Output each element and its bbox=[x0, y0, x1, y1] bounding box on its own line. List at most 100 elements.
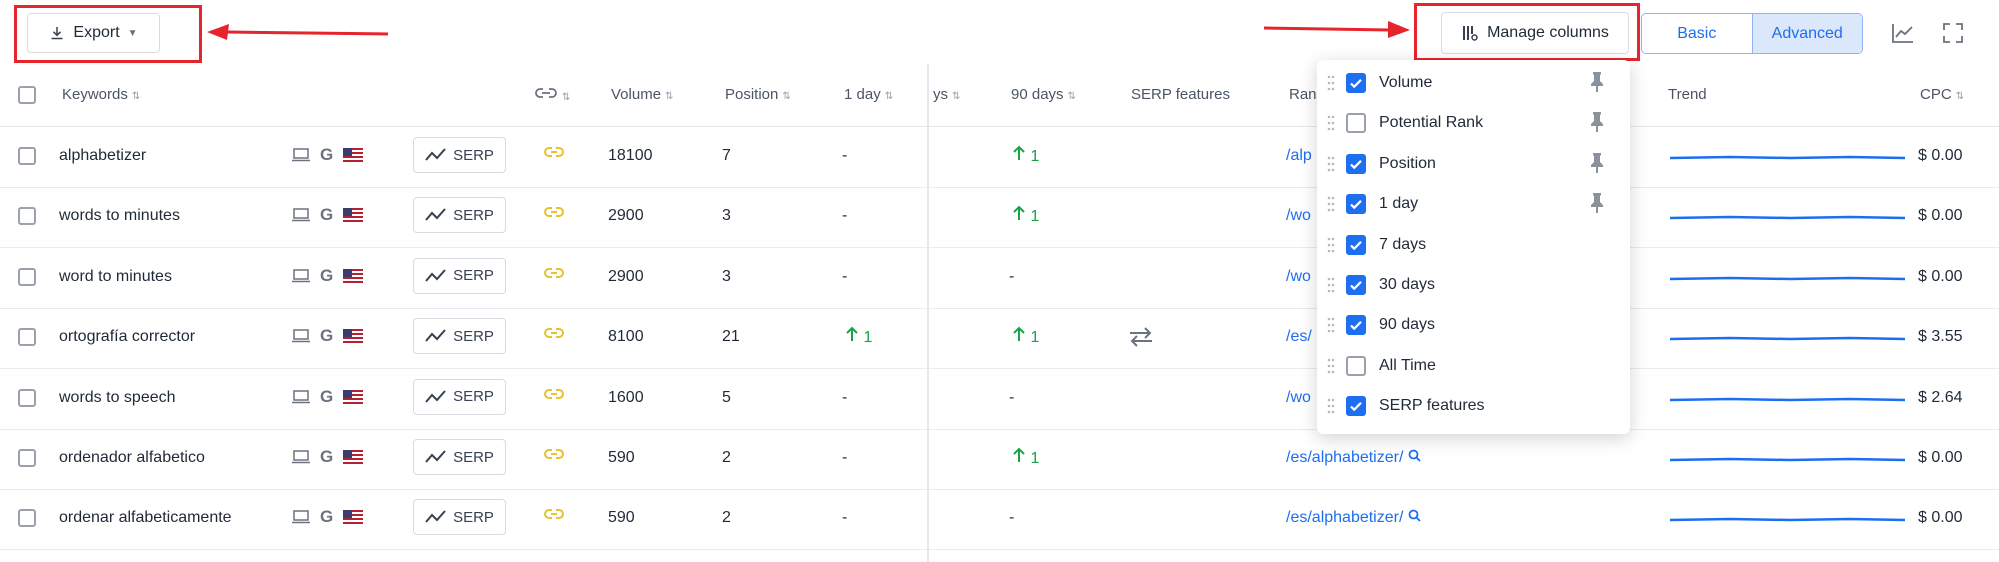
col-link[interactable]: ⇅ bbox=[534, 86, 570, 104]
url-link-icon[interactable] bbox=[544, 507, 564, 525]
menu-item-column[interactable]: 90 days bbox=[1317, 305, 1630, 345]
drag-handle-icon[interactable] bbox=[1327, 237, 1335, 253]
arrow-up-icon bbox=[1013, 447, 1025, 462]
menu-item-column[interactable]: Position bbox=[1317, 144, 1630, 184]
col-1-day[interactable]: 1 day ⇅ bbox=[844, 86, 893, 103]
ranking-url-link[interactable]: /wo bbox=[1286, 207, 1311, 225]
mode-advanced-button[interactable]: Advanced bbox=[1751, 14, 1862, 53]
drag-handle-icon[interactable] bbox=[1327, 398, 1335, 414]
position-value: 7 bbox=[722, 147, 731, 164]
days90-change: 1 bbox=[1012, 447, 1039, 468]
ranking-url-link[interactable]: /alp bbox=[1286, 147, 1312, 165]
drag-handle-icon[interactable] bbox=[1327, 358, 1335, 374]
days90-change: 1 bbox=[1012, 326, 1039, 347]
trend-line-icon bbox=[425, 148, 446, 161]
toolbar: Export ▼ Manage columns Basic Advanced bbox=[0, 0, 1999, 65]
fullscreen-icon[interactable] bbox=[1939, 19, 1967, 47]
drag-handle-icon[interactable] bbox=[1327, 156, 1335, 172]
column-checkbox[interactable] bbox=[1346, 113, 1366, 134]
serp-button[interactable]: SERP bbox=[413, 137, 506, 173]
url-link-icon[interactable] bbox=[544, 326, 564, 344]
chart-icon[interactable] bbox=[1889, 19, 1917, 47]
ranking-url-link[interactable]: /es/ bbox=[1286, 328, 1312, 346]
volume-value: 1600 bbox=[608, 388, 644, 406]
col-days-partial[interactable]: ys ⇅ bbox=[933, 86, 960, 103]
pin-icon[interactable] bbox=[1587, 192, 1607, 214]
col-serp-features[interactable]: SERP features bbox=[1131, 86, 1230, 103]
col-position[interactable]: Position ⇅ bbox=[725, 86, 791, 103]
column-checkbox[interactable] bbox=[1346, 234, 1366, 255]
column-checkbox[interactable] bbox=[1346, 396, 1366, 417]
pin-icon[interactable] bbox=[1587, 71, 1607, 93]
select-all-checkbox[interactable] bbox=[18, 86, 36, 104]
desktop-icon bbox=[292, 450, 310, 464]
row-checkbox[interactable] bbox=[18, 388, 36, 407]
row-checkbox[interactable] bbox=[18, 267, 36, 286]
days90-value: - bbox=[1009, 388, 1015, 406]
table-row: ortografía corrector G SERP 8100 21 1 1/es/ $… bbox=[0, 308, 1999, 370]
drag-handle-icon[interactable] bbox=[1327, 115, 1335, 131]
ranking-url-link[interactable]: /es/alphabetizer/ bbox=[1286, 509, 1421, 527]
row-checkbox[interactable] bbox=[18, 147, 36, 165]
serp-button[interactable]: SERP bbox=[413, 499, 506, 536]
column-checkbox[interactable] bbox=[1346, 73, 1366, 93]
col-trend[interactable]: Trend bbox=[1668, 86, 1707, 103]
mode-toggle: Basic Advanced bbox=[1641, 13, 1863, 54]
drag-handle-icon[interactable] bbox=[1327, 317, 1335, 333]
column-checkbox[interactable] bbox=[1346, 194, 1366, 215]
url-link-icon[interactable] bbox=[544, 145, 564, 163]
column-checkbox[interactable] bbox=[1346, 153, 1366, 174]
row-checkbox[interactable] bbox=[18, 509, 36, 528]
menu-item-column[interactable]: Volume bbox=[1317, 63, 1630, 103]
ranking-url-link[interactable]: /wo bbox=[1286, 268, 1311, 286]
column-checkbox[interactable] bbox=[1346, 355, 1366, 376]
col-cpc[interactable]: CPC ⇅ bbox=[1920, 86, 1964, 103]
column-checkbox[interactable] bbox=[1346, 275, 1366, 295]
serp-button[interactable]: SERP bbox=[413, 378, 506, 415]
url-link-icon[interactable] bbox=[544, 205, 564, 223]
row-checkbox[interactable] bbox=[18, 328, 36, 347]
pin-icon[interactable] bbox=[1587, 152, 1607, 174]
manage-columns-label: Manage columns bbox=[1487, 24, 1609, 41]
check-icon bbox=[1350, 79, 1362, 89]
menu-item-column[interactable]: 30 days bbox=[1317, 265, 1630, 305]
serp-button[interactable]: SERP bbox=[413, 318, 506, 355]
column-label: Volume bbox=[1379, 74, 1433, 91]
row-icons: G bbox=[292, 145, 364, 165]
row-checkbox[interactable] bbox=[18, 207, 36, 226]
menu-item-column[interactable]: 7 days bbox=[1317, 225, 1630, 265]
drag-handle-icon[interactable] bbox=[1327, 75, 1335, 91]
url-link-icon[interactable] bbox=[544, 387, 564, 405]
table-row: ordenar alfabeticamente G SERP 590 2 - - /es/al… bbox=[0, 489, 1999, 551]
drag-handle-icon[interactable] bbox=[1327, 196, 1335, 212]
pin-icon[interactable] bbox=[1587, 111, 1607, 133]
serp-button[interactable]: SERP bbox=[413, 257, 506, 294]
google-icon: G bbox=[320, 265, 334, 285]
trend-sparkline bbox=[1670, 276, 1905, 281]
column-checkbox[interactable] bbox=[1346, 315, 1366, 336]
mode-basic-button[interactable]: Basic bbox=[1642, 14, 1752, 53]
col-volume[interactable]: Volume ⇅ bbox=[611, 86, 673, 103]
ranking-url-link[interactable]: /wo bbox=[1286, 389, 1311, 407]
export-button[interactable]: Export ▼ bbox=[27, 13, 160, 53]
row-checkbox[interactable] bbox=[18, 449, 36, 467]
col-keywords[interactable]: Keywords ⇅ bbox=[62, 86, 140, 103]
manage-columns-button[interactable]: Manage columns bbox=[1441, 12, 1629, 54]
trend-line-icon bbox=[425, 329, 446, 342]
drag-handle-icon[interactable] bbox=[1327, 277, 1335, 293]
url-link-icon[interactable] bbox=[544, 447, 564, 465]
url-link-icon[interactable] bbox=[544, 266, 564, 284]
menu-item-column[interactable]: Potential Rank bbox=[1317, 103, 1630, 143]
menu-item-column[interactable]: All Time bbox=[1317, 346, 1630, 386]
menu-item-column[interactable]: 1 day bbox=[1317, 184, 1630, 224]
serp-button[interactable]: SERP bbox=[413, 197, 506, 234]
col-rank[interactable]: Ran bbox=[1289, 86, 1317, 103]
serp-button[interactable]: SERP bbox=[413, 439, 506, 475]
ranking-url-link[interactable]: /es/alphabetizer/ bbox=[1286, 449, 1421, 467]
day1-value: - bbox=[842, 509, 848, 527]
keyword-text: words to minutes bbox=[59, 207, 180, 225]
col-90-days[interactable]: 90 days ⇅ bbox=[1011, 86, 1076, 103]
menu-item-column[interactable]: SERP features bbox=[1317, 386, 1630, 426]
column-divider bbox=[927, 64, 929, 562]
cpc-value: $ 0.00 bbox=[1918, 449, 1963, 466]
